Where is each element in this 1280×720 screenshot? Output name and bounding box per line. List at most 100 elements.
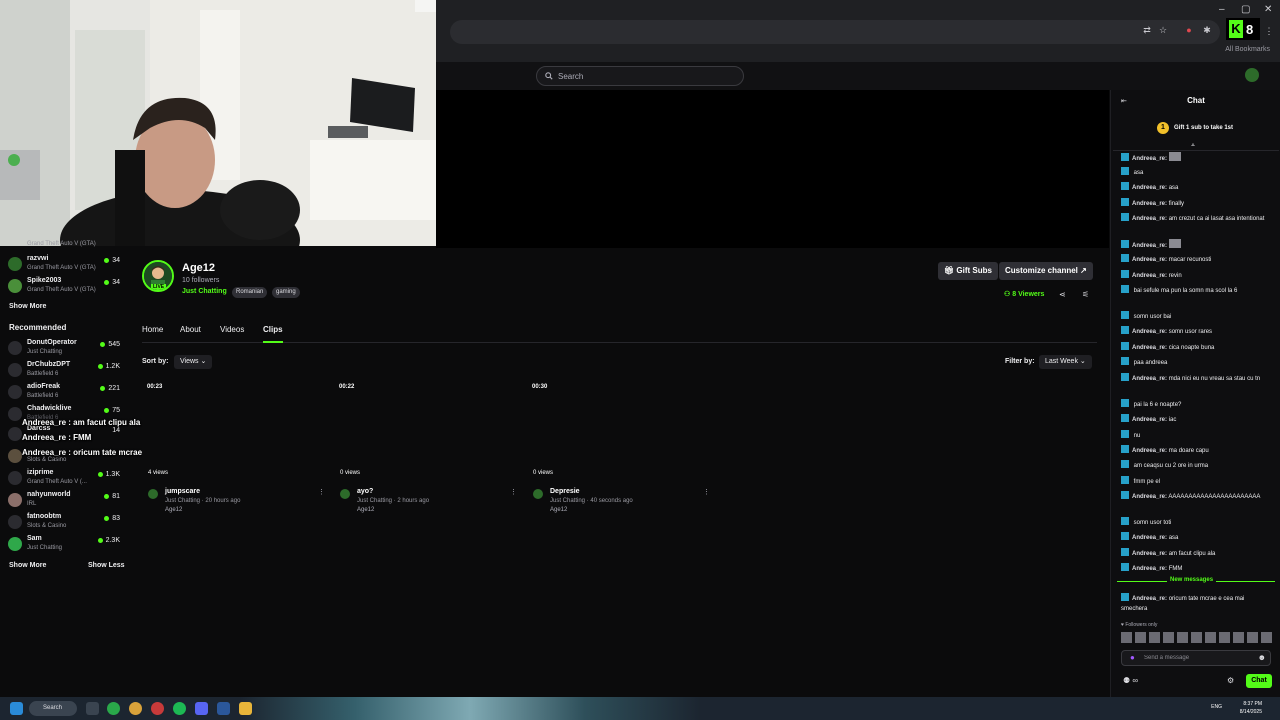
taskbar-search[interactable]: Search xyxy=(29,701,77,716)
chat-username[interactable]: Andreea_re: xyxy=(1132,494,1167,500)
clip-thumbnail[interactable] xyxy=(142,380,314,476)
tag-gaming[interactable]: gaming xyxy=(272,287,300,298)
chat-username[interactable]: Andreea_re: xyxy=(1132,329,1167,335)
chat-username[interactable]: Andreea_re: xyxy=(1132,156,1167,162)
category-link[interactable]: Just Chatting xyxy=(182,288,227,295)
kick-extension-button[interactable]: K 8 xyxy=(1226,18,1260,40)
tab-about[interactable]: About xyxy=(180,325,201,334)
chat-username[interactable]: Andreea_re: xyxy=(1132,376,1167,382)
emote-icon[interactable] xyxy=(1149,632,1160,643)
chat-username[interactable]: Andreea_re: xyxy=(1132,448,1167,454)
share-icon[interactable]: ⋖ xyxy=(1059,290,1066,299)
pin-icon[interactable]: ⩡ xyxy=(1191,142,1195,150)
window-maximize-button[interactable]: ▢ xyxy=(1241,4,1250,15)
window-close-button[interactable]: ✕ xyxy=(1264,4,1272,15)
chat-send-button[interactable]: Chat xyxy=(1246,674,1272,688)
show-less-button[interactable]: Show Less xyxy=(88,562,125,569)
chrome-icon[interactable] xyxy=(129,702,142,715)
emote-icon[interactable] xyxy=(1135,632,1146,643)
clip-title[interactable]: ayo? xyxy=(357,488,373,495)
emoji-icon[interactable]: ☻ xyxy=(1258,653,1266,662)
app-icon[interactable] xyxy=(107,702,120,715)
emote-bar[interactable] xyxy=(1121,632,1276,644)
sort-dropdown[interactable]: Views ⌄ xyxy=(174,355,213,369)
chat-username[interactable]: Andreea_re: xyxy=(1132,345,1167,351)
sidebar-item-sam[interactable]: Sam Just Chatting 2.3K xyxy=(8,534,122,556)
clip-thumbnail[interactable] xyxy=(334,380,506,476)
emote-icon[interactable] xyxy=(1247,632,1258,643)
file-explorer-icon[interactable] xyxy=(239,702,252,715)
clip-card[interactable]: 00:23 4 views jumpscare Just Chatting · … xyxy=(142,380,325,520)
chat-username[interactable]: Andreea_re: xyxy=(1132,551,1167,557)
channel-avatar[interactable]: LIVE xyxy=(142,260,174,292)
chat-username[interactable]: Andreea_re: xyxy=(1132,566,1167,572)
window-minimize-button[interactable]: – xyxy=(1219,4,1225,15)
tab-clips[interactable]: Clips xyxy=(263,325,283,334)
user-avatar[interactable] xyxy=(1245,68,1259,82)
tab-videos[interactable]: Videos xyxy=(220,325,244,334)
extension-icon[interactable]: ● xyxy=(1184,25,1194,35)
app-icon[interactable] xyxy=(151,702,164,715)
extensions-puzzle-icon[interactable]: ✱ xyxy=(1202,25,1212,35)
sidebar-item-iziprime[interactable]: iziprime Grand Theft Auto V (... 1.3K xyxy=(8,468,122,490)
spotify-icon[interactable] xyxy=(173,702,186,715)
chat-input-box[interactable]: ● ☻ xyxy=(1121,650,1271,666)
chat-username[interactable]: Andreea_re: xyxy=(1132,201,1167,207)
video-player[interactable] xyxy=(436,90,1109,248)
sidebar-item-drchubzdpt[interactable]: DrChubzDPT Battlefield 6 1.2K xyxy=(8,360,122,382)
system-clock[interactable]: 8:37 PM 8/14/2025 xyxy=(1240,700,1262,716)
discord-icon[interactable] xyxy=(195,702,208,715)
emote-icon[interactable] xyxy=(1261,632,1272,643)
chat-message-input[interactable] xyxy=(1144,653,1254,663)
microphone-icon[interactable]: ● xyxy=(1130,653,1135,662)
chat-username[interactable]: Andreea_re: xyxy=(1132,417,1167,423)
chat-username[interactable]: Andreea_re: xyxy=(1132,216,1167,222)
emote-icon[interactable] xyxy=(1177,632,1188,643)
more-options-icon[interactable]: ⋮ xyxy=(510,488,517,496)
sidebar-item-donutoperator[interactable]: DonutOperator Just Chatting 545 xyxy=(8,338,122,360)
customize-channel-button[interactable]: Customize channel ↗ xyxy=(999,262,1093,280)
clip-title[interactable]: Depresie xyxy=(550,488,580,495)
chat-username[interactable]: Andreea_re: xyxy=(1132,185,1167,191)
chat-username[interactable]: Andreea_re: xyxy=(1132,257,1167,263)
emote-icon[interactable] xyxy=(1219,632,1230,643)
gear-icon[interactable]: ⚙ xyxy=(1227,676,1234,685)
tag-romanian[interactable]: Romanian xyxy=(232,287,268,298)
show-more-recommended-button[interactable]: Show More xyxy=(9,562,46,569)
search-input[interactable]: Search xyxy=(536,66,744,86)
sidebar-item-razvwi[interactable]: razvwi Grand Theft Auto V (GTA) 34 xyxy=(8,254,122,276)
emote-icon[interactable] xyxy=(1163,632,1174,643)
clip-author[interactable]: Age12 xyxy=(165,507,182,513)
windows-start-icon[interactable] xyxy=(10,702,23,715)
clip-author[interactable]: Age12 xyxy=(550,507,567,513)
more-options-icon[interactable]: ⚟ xyxy=(1082,290,1089,299)
bookmark-star-icon[interactable]: ☆ xyxy=(1158,25,1168,35)
browser-menu-icon[interactable]: ⋮ xyxy=(1264,26,1274,36)
sidebar-item-fatnoobtm[interactable]: fatnoobtm Slots & Casino 83 xyxy=(8,512,122,534)
clip-title[interactable]: jumpscare xyxy=(165,488,200,495)
new-messages-divider[interactable]: New messages xyxy=(1117,577,1275,587)
sidebar-item-nahyunworld[interactable]: nahyunworld IRL 81 xyxy=(8,490,122,512)
clip-author[interactable]: Age12 xyxy=(357,507,374,513)
emote-icon[interactable] xyxy=(1191,632,1202,643)
sidebar-item-spike2003[interactable]: Spike2003 Grand Theft Auto V (GTA) 34 xyxy=(8,276,122,298)
more-options-icon[interactable]: ⋮ xyxy=(318,488,325,496)
language-indicator[interactable]: ENG xyxy=(1211,704,1222,710)
filter-dropdown[interactable]: Last Week ⌄ xyxy=(1039,355,1092,369)
chat-tools-icon[interactable]: ⚉ ∞ xyxy=(1123,676,1138,685)
translate-icon[interactable]: ⇄ xyxy=(1142,25,1152,35)
word-icon[interactable] xyxy=(217,702,230,715)
chat-username[interactable]: Andreea_re: xyxy=(1132,535,1167,541)
emote-icon[interactable] xyxy=(1233,632,1244,643)
clip-card[interactable]: 00:22 0 views ayo? Just Chatting · 2 hou… xyxy=(334,380,517,520)
address-bar[interactable] xyxy=(450,20,1220,44)
all-bookmarks-link[interactable]: All Bookmarks xyxy=(1225,46,1270,53)
clip-thumbnail[interactable] xyxy=(527,380,699,476)
emote-icon[interactable] xyxy=(1205,632,1216,643)
sidebar-item-adiofreak[interactable]: adioFreak Battlefield 6 221 xyxy=(8,382,122,404)
chat-username[interactable]: Andreea_re: xyxy=(1132,243,1167,249)
tab-home[interactable]: Home xyxy=(142,325,163,334)
clip-card[interactable]: 00:30 0 views Depresie Just Chatting · 4… xyxy=(527,380,710,520)
gift-subs-button[interactable]: 🎁︎ Gift Subs xyxy=(938,262,998,280)
emote-icon[interactable] xyxy=(1121,632,1132,643)
